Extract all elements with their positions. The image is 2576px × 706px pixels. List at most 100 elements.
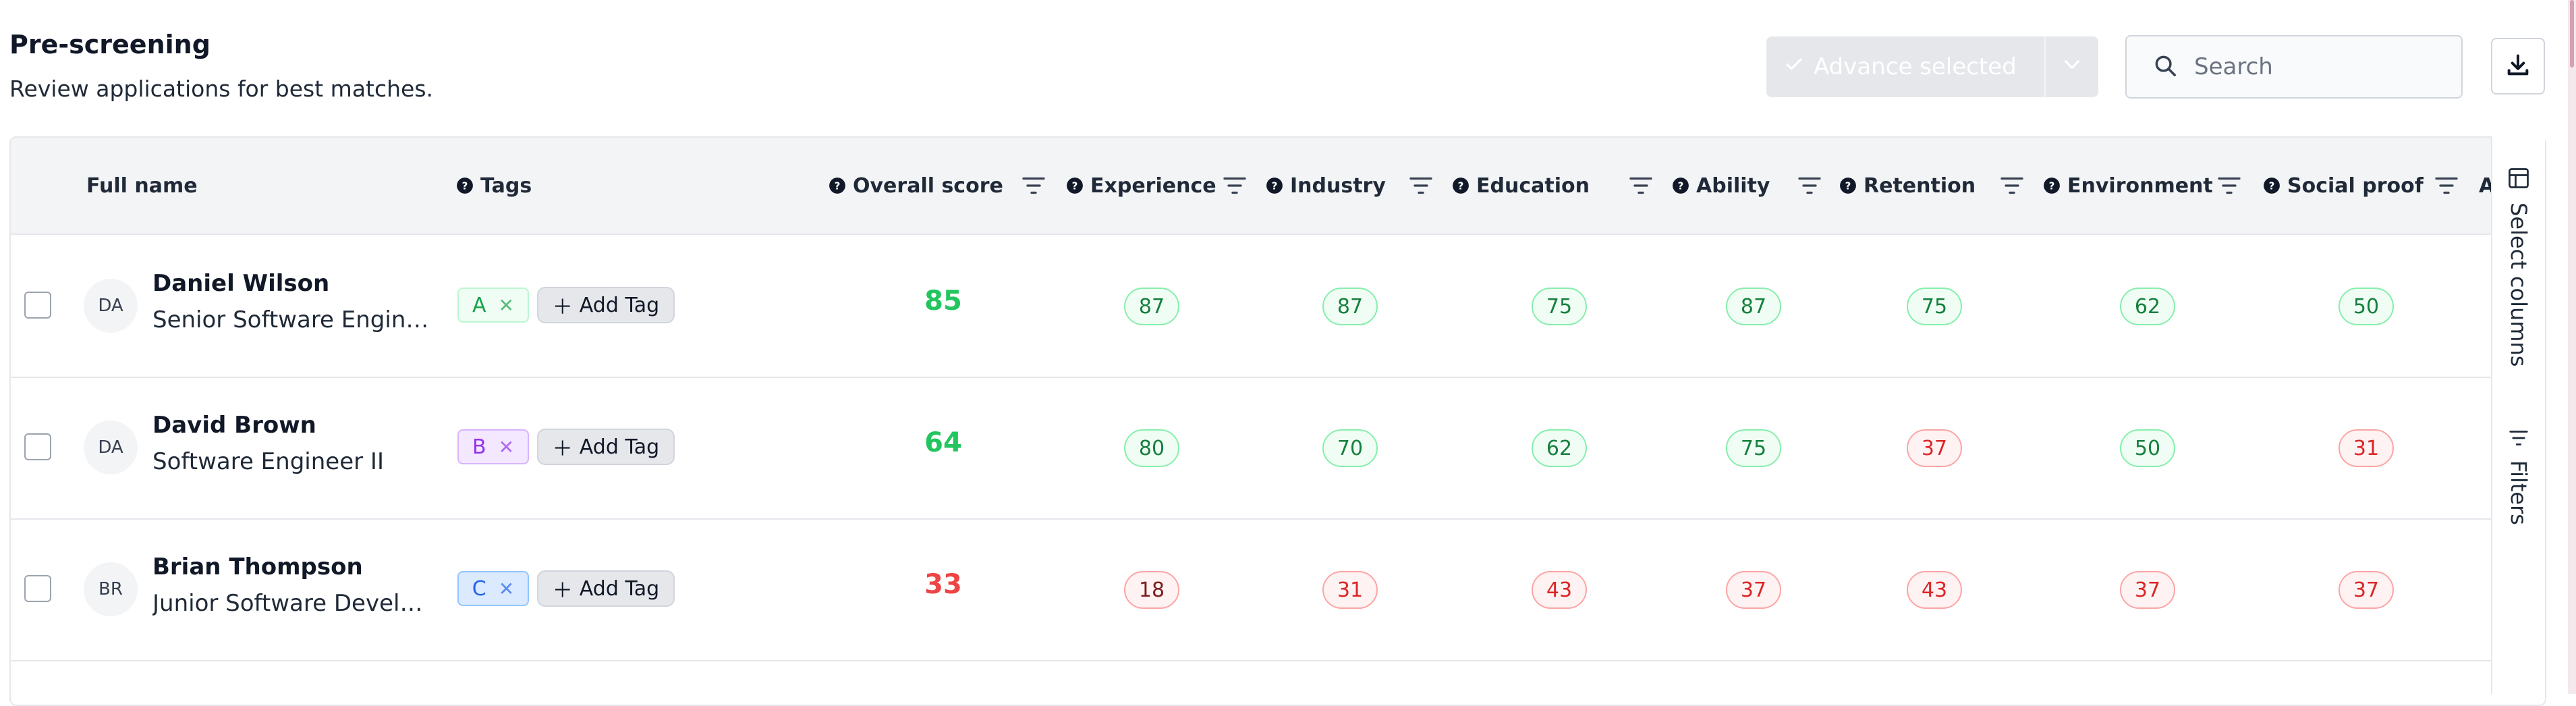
applicant-name[interactable]: David Brown: [152, 412, 316, 439]
filter-icon[interactable]: [2217, 174, 2241, 197]
row-checkbox[interactable]: [24, 292, 51, 319]
filters-toggle[interactable]: Filters: [2492, 428, 2545, 525]
filter-icon[interactable]: [2000, 174, 2024, 197]
applicant-role: Junior Software Developer: [152, 590, 436, 617]
ability-score: 75: [1726, 429, 1781, 467]
download-button[interactable]: [2491, 38, 2545, 94]
page-title: Pre-screening: [9, 30, 211, 59]
help-icon: ?: [1067, 178, 1083, 194]
search-input[interactable]: [2193, 53, 2438, 81]
svg-text:?: ?: [835, 180, 841, 192]
column-label: Experience: [1090, 173, 1216, 198]
close-icon[interactable]: ✕: [499, 578, 514, 600]
filter-icon[interactable]: [1223, 174, 1247, 197]
add-tag-button[interactable]: ＋ Add Tag: [537, 287, 675, 323]
filter-icon[interactable]: [2434, 174, 2459, 197]
column-label: Education: [1476, 173, 1590, 198]
add-tag-label: Add Tag: [579, 576, 660, 601]
svg-text:?: ?: [1845, 180, 1851, 192]
column-header-experience[interactable]: ? Experience: [1066, 138, 1216, 234]
table-row[interactable]: DA Daniel Wilson Senior Software Enginee…: [11, 235, 2494, 378]
experience-score: 18: [1124, 571, 1179, 609]
svg-text:?: ?: [462, 180, 468, 192]
tag-label: C: [472, 576, 486, 601]
column-header-full-name[interactable]: Full name: [86, 138, 198, 234]
column-header-ability[interactable]: ? Ability: [1672, 138, 1770, 234]
select-columns-toggle[interactable]: Select columns: [2492, 166, 2545, 366]
column-header-retention[interactable]: ? Retention: [1839, 138, 1976, 234]
table-header: Full name ? Tags ? Overall score ? Exper…: [11, 138, 2545, 235]
close-icon[interactable]: ✕: [499, 436, 514, 458]
close-icon[interactable]: ✕: [499, 294, 514, 317]
experience-score: 80: [1124, 429, 1179, 467]
column-header-environment[interactable]: ? Environment: [2043, 138, 2213, 234]
tag-label: B: [472, 435, 486, 459]
industry-score: 87: [1322, 288, 1378, 325]
overall-score: 33: [924, 569, 962, 600]
add-tag-button[interactable]: ＋ Add Tag: [537, 429, 675, 465]
tag-chip[interactable]: A ✕: [457, 288, 529, 323]
help-icon: ?: [1673, 178, 1689, 194]
plus-icon: ＋: [552, 296, 573, 319]
window-edge: [2568, 0, 2576, 694]
filter-icon[interactable]: [1797, 174, 1822, 197]
help-icon: ?: [2264, 178, 2280, 194]
applicant-role: Software Engineer II: [152, 448, 384, 475]
select-columns-label: Select columns: [2506, 202, 2531, 367]
advance-selected-main[interactable]: Advance selected: [1766, 36, 2044, 97]
add-tag-label: Add Tag: [579, 293, 660, 317]
column-header-tags[interactable]: ? Tags: [456, 138, 532, 234]
overall-score: 64: [924, 427, 962, 458]
column-label: Industry: [1290, 173, 1386, 198]
column-label: Social proof: [2287, 173, 2424, 198]
add-tag-button[interactable]: ＋ Add Tag: [537, 570, 675, 607]
environment-score: 37: [2120, 571, 2175, 609]
column-header-social-proof[interactable]: ? Social proof: [2263, 138, 2424, 234]
social-proof-score: 31: [2339, 429, 2394, 467]
filter-icon[interactable]: [1021, 174, 1046, 197]
help-icon: ?: [1840, 178, 1856, 194]
applicant-name[interactable]: Brian Thompson: [152, 553, 363, 580]
check-icon: [1784, 53, 1804, 80]
advance-selected-label: Advance selected: [1814, 53, 2017, 80]
social-proof-score: 37: [2339, 571, 2394, 609]
svg-text:?: ?: [2269, 180, 2275, 192]
avatar: DA: [84, 420, 138, 474]
social-proof-score: 50: [2339, 288, 2394, 325]
environment-score: 62: [2120, 288, 2175, 325]
applicant-name[interactable]: Daniel Wilson: [152, 270, 329, 297]
column-label: Environment: [2067, 173, 2213, 198]
help-icon: ?: [829, 178, 845, 194]
search-box[interactable]: [2125, 35, 2463, 99]
tag-chip[interactable]: C ✕: [457, 571, 529, 606]
retention-score: 43: [1907, 571, 1962, 609]
experience-score: 87: [1124, 288, 1179, 325]
column-header-education[interactable]: ? Education: [1452, 138, 1590, 234]
tag-label: A: [472, 293, 486, 317]
column-header-overall-score[interactable]: ? Overall score: [829, 138, 1003, 234]
table-row[interactable]: DA David Brown Software Engineer II B ✕ …: [11, 377, 2494, 520]
svg-text:?: ?: [1072, 180, 1078, 192]
filters-icon: [2507, 428, 2530, 451]
plus-icon: ＋: [552, 579, 573, 603]
filters-label: Filters: [2506, 460, 2531, 525]
table-row[interactable]: BR Brian Thompson Junior Software Develo…: [11, 518, 2494, 661]
tag-chip[interactable]: B ✕: [457, 429, 529, 464]
help-icon: ?: [2044, 178, 2060, 194]
avatar: DA: [84, 279, 138, 333]
row-checkbox[interactable]: [24, 575, 51, 602]
overall-score: 85: [924, 286, 962, 317]
filter-icon[interactable]: [1629, 174, 1653, 197]
advance-selected-button[interactable]: Advance selected: [1766, 36, 2098, 97]
advance-options-dropdown[interactable]: [2046, 36, 2098, 97]
filter-icon[interactable]: [1409, 174, 1433, 197]
column-label: Tags: [480, 173, 532, 198]
applicant-role: Senior Software Engineer: [152, 306, 436, 333]
help-icon: ?: [1266, 178, 1283, 194]
ability-score: 37: [1726, 571, 1781, 609]
column-label: Retention: [1864, 173, 1976, 198]
column-header-industry[interactable]: ? Industry: [1266, 138, 1386, 234]
avatar: BR: [84, 562, 138, 616]
row-checkbox[interactable]: [24, 433, 51, 460]
svg-text:?: ?: [1458, 180, 1464, 192]
